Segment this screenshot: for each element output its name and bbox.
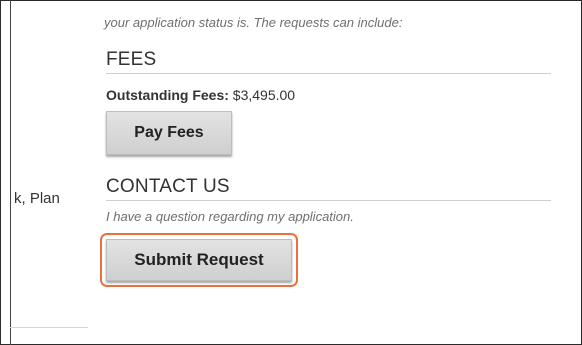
outstanding-fees-value: $3,495.00 bbox=[232, 87, 296, 103]
left-panel-bottom-rule bbox=[10, 327, 88, 328]
fees-section-title: FEES bbox=[106, 49, 157, 70]
left-column-divider bbox=[10, 0, 11, 345]
screenshot-frame bbox=[0, 0, 582, 345]
intro-text: your application status is. The requests… bbox=[104, 15, 403, 30]
submit-request-button[interactable]: Submit Request bbox=[106, 239, 292, 281]
contact-question-text: I have a question regarding my applicati… bbox=[106, 209, 354, 224]
outstanding-fees-row: Outstanding Fees: $3,495.00 bbox=[106, 87, 295, 103]
fees-section-rule bbox=[106, 73, 551, 74]
outstanding-fees-label: Outstanding Fees: bbox=[106, 87, 229, 103]
pay-fees-button[interactable]: Pay Fees bbox=[106, 111, 232, 155]
contact-section-title: CONTACT US bbox=[106, 176, 230, 197]
contact-section-rule bbox=[106, 200, 551, 201]
left-panel-partial-text: k, Plan bbox=[14, 190, 60, 207]
